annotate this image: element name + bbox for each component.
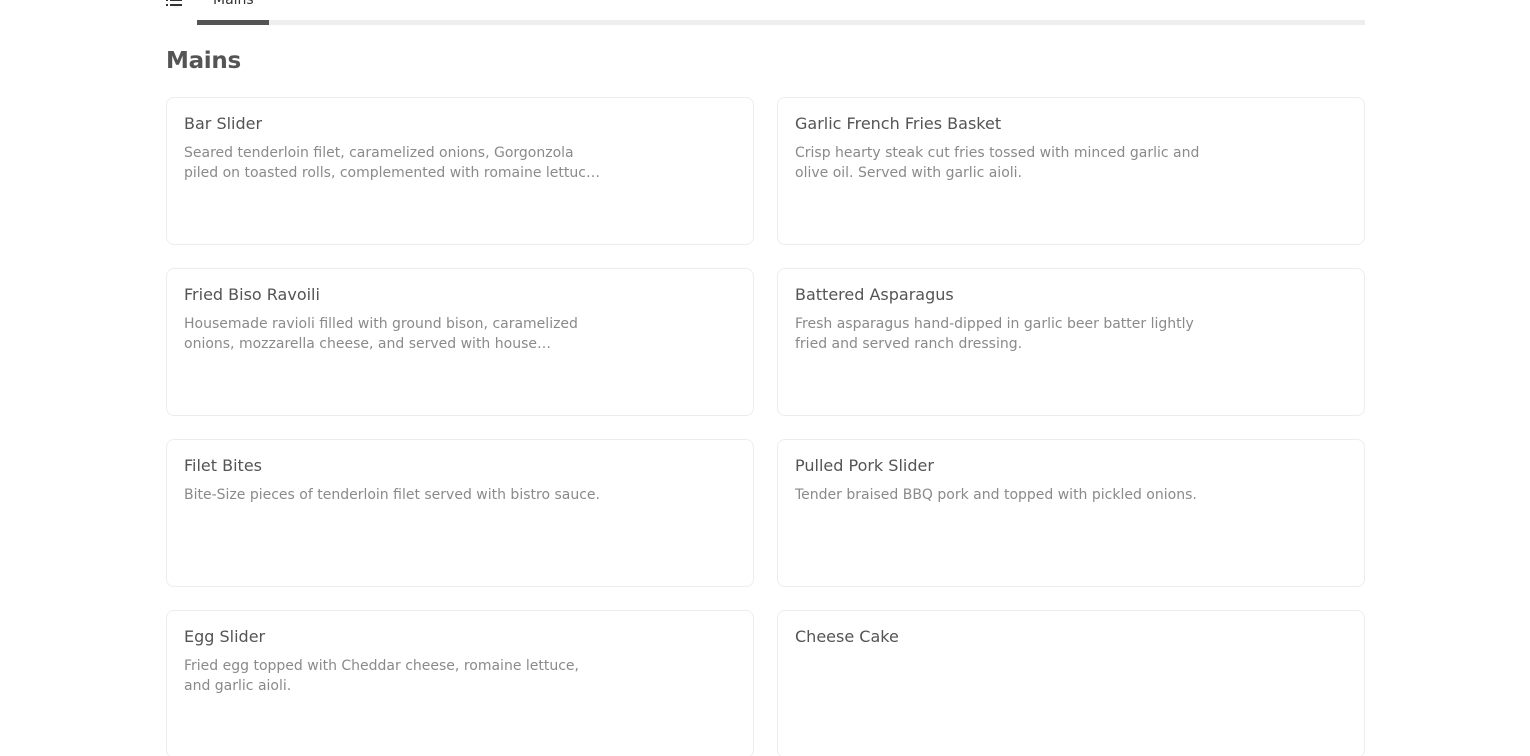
tab-track — [197, 20, 1365, 25]
menu-item-card[interactable]: Egg Slider Fried egg topped with Cheddar… — [166, 610, 754, 756]
category-tab-bar: Mains — [166, 0, 1365, 25]
menu-item-description: Fresh asparagus hand-dipped in garlic be… — [795, 316, 1194, 352]
menu-item-description: Crisp hearty steak cut fries tossed with… — [795, 145, 1200, 181]
menu-item-card[interactable]: Fried Biso Ravoili Housemade ravioli fil… — [166, 268, 754, 416]
menu-item-name: Garlic French Fries Basket — [795, 114, 1002, 133]
menu-item-card[interactable]: Pulled Pork Slider Tender braised BBQ po… — [777, 439, 1365, 587]
menu-item-description: Seared tenderloin filet, caramelized oni… — [184, 145, 600, 181]
menu-item-name: Bar Slider — [184, 114, 263, 133]
menu-item-card[interactable]: Bar Slider Seared tenderloin filet, cara… — [166, 97, 754, 245]
menu-item-card[interactable]: Battered Asparagus Fresh asparagus hand-… — [777, 268, 1365, 416]
menu-item-name: Cheese Cake — [795, 627, 899, 646]
menu-items-grid: Bar Slider Seared tenderloin filet, cara… — [166, 97, 1365, 756]
menu-item-name: Filet Bites — [184, 456, 263, 475]
menu-item-name: Egg Slider — [184, 627, 266, 646]
tab-label: Mains — [213, 0, 254, 8]
menu-item-description: Tender braised BBQ pork and topped with … — [795, 487, 1197, 503]
page: Mains Mains Bar Slider Seared tenderloin… — [0, 0, 1530, 756]
menu-item-name: Fried Biso Ravoili — [184, 285, 320, 304]
menu-item-name: Battered Asparagus — [795, 285, 954, 304]
menu-item-description: Bite-Size pieces of tenderloin filet ser… — [184, 487, 600, 503]
menu-item-card[interactable]: Garlic French Fries Basket Crisp hearty … — [777, 97, 1365, 245]
menu-item-card[interactable]: Cheese Cake — [777, 610, 1365, 756]
menu-item-card[interactable]: Filet Bites Bite-Size pieces of tenderlo… — [166, 439, 754, 587]
menu-item-name: Pulled Pork Slider — [795, 456, 934, 475]
active-tab-indicator — [197, 20, 269, 25]
list-menu-icon[interactable] — [166, 0, 182, 6]
section-title: Mains — [166, 48, 241, 74]
menu-item-description: Fried egg topped with Cheddar cheese, ro… — [184, 658, 579, 694]
tab-mains[interactable]: Mains — [197, 0, 269, 25]
menu-item-description: Housemade ravioli filled with ground bis… — [184, 316, 578, 352]
